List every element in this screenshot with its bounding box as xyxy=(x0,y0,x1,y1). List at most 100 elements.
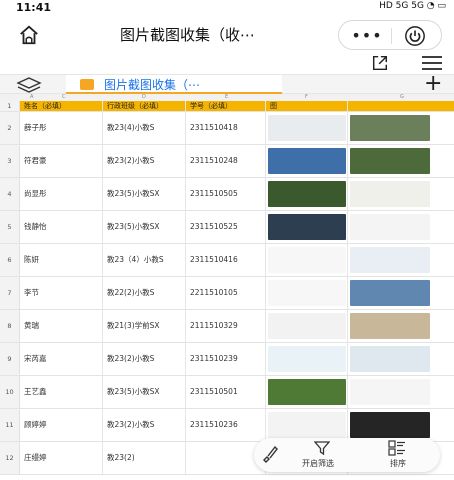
column-letter[interactable]: C xyxy=(62,94,66,100)
cell-id[interactable]: 2311510525 xyxy=(186,211,266,243)
cell-class[interactable]: 教23(2) xyxy=(103,442,186,474)
spreadsheet-grid[interactable]: A C D E F G 1 姓名（必填） 行政班级（必填） 学号（必填） 图 2… xyxy=(0,94,454,480)
more-button[interactable]: ••• xyxy=(349,26,385,45)
cell-class[interactable]: 教21(3)学前SX xyxy=(103,310,186,342)
cell-pic2[interactable] xyxy=(348,112,454,144)
filter-button-label[interactable]: 开启筛选 xyxy=(302,458,334,469)
cell-pic1[interactable] xyxy=(266,112,348,144)
row-number[interactable]: 4 xyxy=(0,178,20,210)
screenshot-thumbnail[interactable] xyxy=(350,280,430,306)
header-id[interactable]: 学号（必填） xyxy=(186,101,266,111)
cell-class[interactable]: 教23(2)小教S xyxy=(103,343,186,375)
screenshot-thumbnail[interactable] xyxy=(268,313,346,339)
cell-class[interactable]: 教23(4)小教S xyxy=(103,112,186,144)
screenshot-thumbnail[interactable] xyxy=(268,181,346,207)
cell-name[interactable]: 陈妍 xyxy=(20,244,103,276)
screenshot-thumbnail[interactable] xyxy=(350,346,430,372)
header-pic2[interactable] xyxy=(348,101,454,111)
cell-pic1[interactable] xyxy=(266,244,348,276)
cell-pic2[interactable] xyxy=(348,145,454,177)
cell-id[interactable]: 2311510416 xyxy=(186,244,266,276)
column-letter[interactable]: F xyxy=(305,94,308,100)
cell-class[interactable]: 教23(5)小教SX xyxy=(103,376,186,408)
cell-pic1[interactable] xyxy=(266,343,348,375)
sort-icon[interactable] xyxy=(388,440,406,456)
screenshot-thumbnail[interactable] xyxy=(350,313,430,339)
cell-name[interactable]: 尚显彤 xyxy=(20,178,103,210)
home-icon[interactable] xyxy=(18,24,40,46)
cell-name[interactable]: 宋芮嘉 xyxy=(20,343,103,375)
screenshot-thumbnail[interactable] xyxy=(350,379,430,405)
cell-id[interactable]: 2311510236 xyxy=(186,409,266,441)
header-pic1[interactable]: 图 xyxy=(266,101,348,111)
screenshot-thumbnail[interactable] xyxy=(350,148,430,174)
screenshot-thumbnail[interactable] xyxy=(268,379,346,405)
cell-id[interactable]: 2311510505 xyxy=(186,178,266,210)
cell-pic1[interactable] xyxy=(266,376,348,408)
cell-pic2[interactable] xyxy=(348,310,454,342)
cell-id[interactable]: 2111510329 xyxy=(186,310,266,342)
column-letter[interactable]: E xyxy=(225,94,228,100)
cell-pic2[interactable] xyxy=(348,211,454,243)
row-number[interactable]: 10 xyxy=(0,376,20,408)
cell-id[interactable]: 2211510105 xyxy=(186,277,266,309)
cell-id[interactable]: 2311510248 xyxy=(186,145,266,177)
cell-class[interactable]: 教23（4）小教S xyxy=(103,244,186,276)
share-icon[interactable] xyxy=(371,54,389,72)
cell-class[interactable]: 教23(5)小教SX xyxy=(103,211,186,243)
screenshot-thumbnail[interactable] xyxy=(350,214,430,240)
filter-icon[interactable] xyxy=(314,440,330,456)
cell-pic2[interactable] xyxy=(348,343,454,375)
cell-name[interactable]: 钱静怡 xyxy=(20,211,103,243)
power-icon[interactable] xyxy=(404,25,426,47)
screenshot-thumbnail[interactable] xyxy=(268,115,346,141)
column-letter[interactable]: A xyxy=(30,94,33,100)
row-number[interactable]: 6 xyxy=(0,244,20,276)
cell-name[interactable]: 符君豪 xyxy=(20,145,103,177)
layers-icon[interactable] xyxy=(16,76,42,94)
screenshot-thumbnail[interactable] xyxy=(268,412,346,438)
screenshot-thumbnail[interactable] xyxy=(268,214,346,240)
row-number[interactable]: 11 xyxy=(0,409,20,441)
column-letter[interactable]: D xyxy=(142,94,146,100)
cell-pic1[interactable] xyxy=(266,178,348,210)
menu-icon[interactable] xyxy=(421,55,443,71)
row-number[interactable]: 1 xyxy=(0,101,20,111)
header-class[interactable]: 行政班级（必填） xyxy=(103,101,186,111)
cell-class[interactable]: 教23(2)小教S xyxy=(103,145,186,177)
cell-id[interactable]: 2311510239 xyxy=(186,343,266,375)
brush-icon[interactable] xyxy=(260,444,280,464)
screenshot-thumbnail[interactable] xyxy=(350,247,430,273)
row-number[interactable]: 8 xyxy=(0,310,20,342)
cell-name[interactable]: 黄瑞 xyxy=(20,310,103,342)
cell-name[interactable]: 李节 xyxy=(20,277,103,309)
cell-pic2[interactable] xyxy=(348,409,454,441)
cell-name[interactable]: 顾婷婷 xyxy=(20,409,103,441)
screenshot-thumbnail[interactable] xyxy=(268,247,346,273)
cell-class[interactable]: 教22(2)小教S xyxy=(103,277,186,309)
cell-pic2[interactable] xyxy=(348,277,454,309)
cell-name[interactable]: 庄缦婷 xyxy=(20,442,103,474)
cell-pic1[interactable] xyxy=(266,310,348,342)
screenshot-thumbnail[interactable] xyxy=(350,115,430,141)
plus-icon[interactable]: + xyxy=(424,71,442,96)
cell-class[interactable]: 教23(5)小教SX xyxy=(103,178,186,210)
screenshot-thumbnail[interactable] xyxy=(350,412,430,438)
cell-pic1[interactable] xyxy=(266,409,348,441)
sheet-tab-active[interactable]: 图片截图收集（⋯ xyxy=(66,75,282,94)
screenshot-thumbnail[interactable] xyxy=(350,181,430,207)
cell-pic1[interactable] xyxy=(266,277,348,309)
sort-button-label[interactable]: 排序 xyxy=(390,458,406,469)
column-letter[interactable]: G xyxy=(400,94,404,100)
row-number[interactable]: 9 xyxy=(0,343,20,375)
cell-pic2[interactable] xyxy=(348,244,454,276)
cell-name[interactable]: 薛子彤 xyxy=(20,112,103,144)
cell-pic2[interactable] xyxy=(348,178,454,210)
cell-id[interactable]: 2311510501 xyxy=(186,376,266,408)
cell-id[interactable]: 2311510418 xyxy=(186,112,266,144)
row-number[interactable]: 12 xyxy=(0,442,20,474)
screenshot-thumbnail[interactable] xyxy=(268,280,346,306)
cell-pic1[interactable] xyxy=(266,211,348,243)
cell-name[interactable]: 王艺鑫 xyxy=(20,376,103,408)
header-name[interactable]: 姓名（必填） xyxy=(20,101,103,111)
